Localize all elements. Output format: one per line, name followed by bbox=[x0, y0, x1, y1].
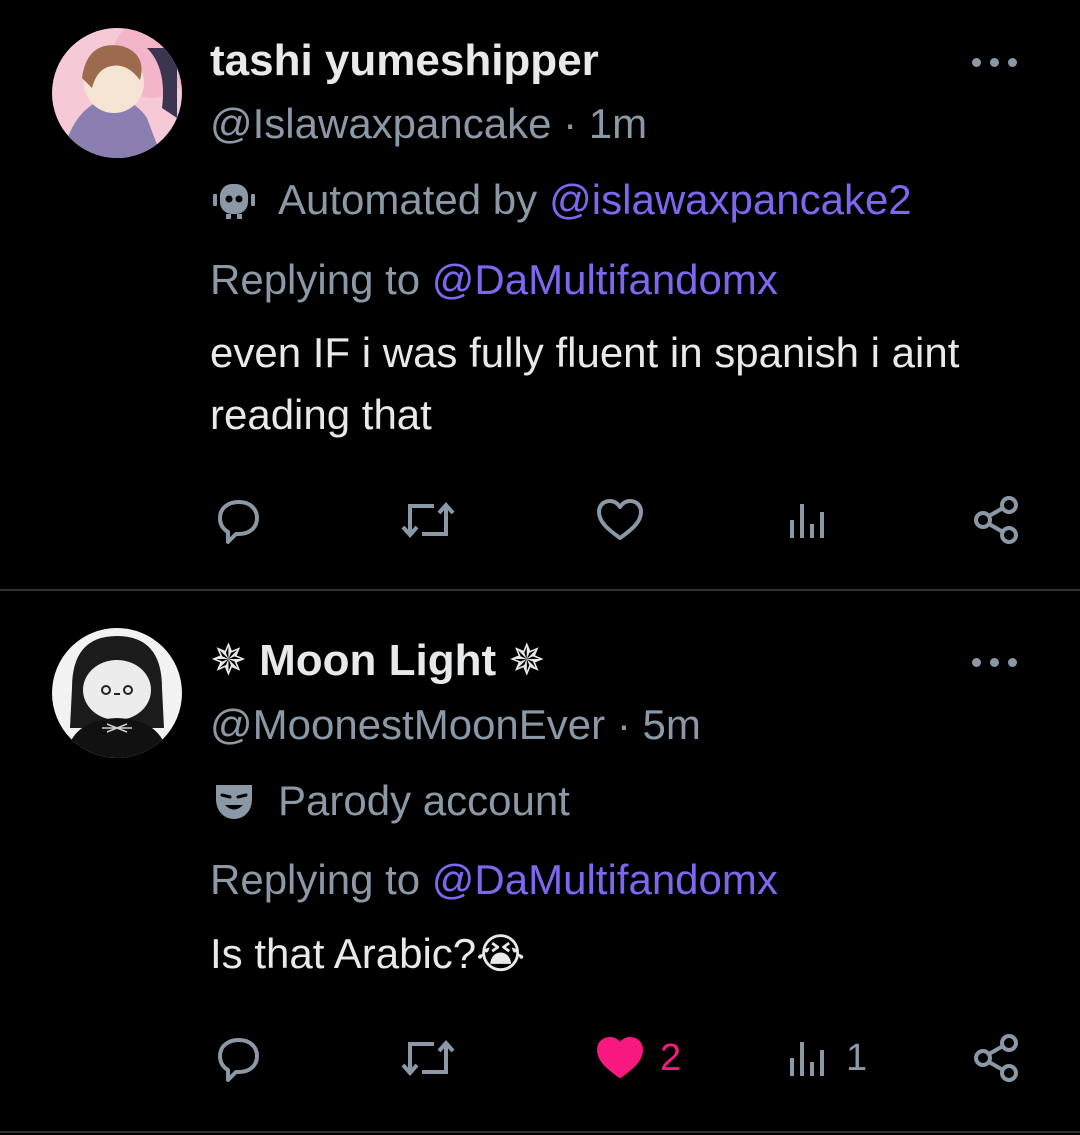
automated-label: Automated by @islawaxpancake2 bbox=[210, 176, 912, 224]
action-bar: 2 1 bbox=[0, 1028, 1080, 1088]
more-icon bbox=[972, 658, 981, 667]
like-count: 2 bbox=[660, 1036, 682, 1079]
automated-label-text: Automated by bbox=[278, 176, 538, 223]
post-text: even IF i was fully fluent in spanish i … bbox=[210, 329, 960, 438]
views-count: 1 bbox=[846, 1036, 868, 1079]
reply-icon bbox=[218, 1038, 259, 1082]
views-button[interactable] bbox=[786, 490, 846, 550]
views-icon bbox=[790, 504, 824, 538]
replying-to-link[interactable]: @DaMultifandomx bbox=[432, 256, 778, 303]
repost-button[interactable] bbox=[400, 490, 456, 550]
like-icon bbox=[597, 1037, 643, 1078]
parody-label-text: Parody account bbox=[278, 777, 570, 824]
share-button[interactable] bbox=[970, 1028, 1022, 1088]
views-button[interactable]: 1 bbox=[786, 1028, 867, 1088]
parody-label: Parody account bbox=[210, 777, 570, 825]
post-2[interactable]: ✵ Moon Light ✵ @MoonestMoonEver · 5m Par… bbox=[0, 591, 1080, 1131]
share-icon bbox=[974, 496, 1018, 544]
replying-to-label: Replying to bbox=[210, 856, 421, 903]
action-bar bbox=[0, 490, 1080, 550]
avatar[interactable] bbox=[52, 28, 182, 158]
views-icon bbox=[790, 1042, 824, 1076]
replying-to: Replying to @DaMultifandomx bbox=[210, 256, 778, 304]
replying-to-link[interactable]: @DaMultifandomx bbox=[432, 856, 778, 903]
like-button[interactable]: 2 bbox=[594, 1028, 681, 1088]
replying-to: Replying to @DaMultifandomx bbox=[210, 856, 778, 904]
display-name[interactable]: tashi yumeshipper bbox=[210, 36, 599, 86]
like-button[interactable] bbox=[594, 490, 660, 550]
reply-button[interactable] bbox=[212, 490, 264, 550]
display-name[interactable]: ✵ Moon Light ✵ bbox=[210, 635, 545, 686]
automated-by-link[interactable]: @islawaxpancake2 bbox=[549, 176, 912, 224]
parody-mask-icon bbox=[216, 785, 252, 819]
reply-icon bbox=[218, 500, 259, 544]
post-1[interactable]: tashi yumeshipper @Islawaxpancake · 1m A… bbox=[0, 0, 1080, 590]
avatar[interactable] bbox=[52, 628, 182, 758]
like-icon bbox=[597, 499, 643, 540]
repost-button[interactable] bbox=[400, 1028, 456, 1088]
more-options-button[interactable] bbox=[972, 52, 1022, 72]
reply-button[interactable] bbox=[212, 1028, 264, 1088]
post-divider bbox=[0, 1131, 1080, 1133]
bot-icon bbox=[213, 184, 255, 219]
handle-and-time[interactable]: @Islawaxpancake · 1m bbox=[210, 100, 647, 148]
share-button[interactable] bbox=[970, 490, 1022, 550]
more-icon bbox=[972, 58, 981, 67]
handle-and-time[interactable]: @MoonestMoonEver · 5m bbox=[210, 701, 701, 749]
post-text: Is that Arabic?😭 bbox=[210, 930, 526, 977]
repost-icon bbox=[401, 501, 455, 539]
more-options-button[interactable] bbox=[972, 652, 1022, 672]
replying-to-label: Replying to bbox=[210, 256, 421, 303]
share-icon bbox=[974, 1034, 1018, 1082]
repost-icon bbox=[401, 1039, 455, 1077]
